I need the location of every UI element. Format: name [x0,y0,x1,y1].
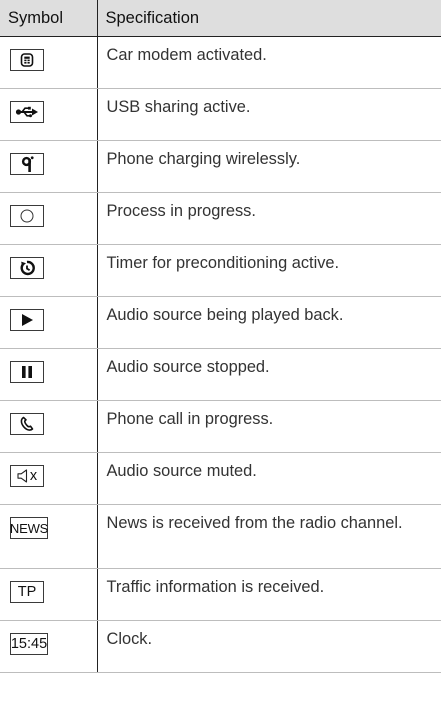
header-symbol: Symbol [0,0,98,37]
spec-text: News is received from the radio channel. [97,504,441,569]
table-row: TP Traffic information is received. [0,568,441,621]
mute-icon-text: x [29,467,38,484]
header-specification: Specification [97,0,441,37]
spec-text: Car modem activated. [97,36,441,89]
spec-text: Clock. [97,620,441,673]
mute-icon: x [10,465,44,487]
wireless-charging-icon [10,153,44,175]
table-row: Audio source stopped. [0,348,441,401]
spec-text: Traffic information is received. [97,568,441,621]
table-row: Process in progress. [0,192,441,245]
table-row: NEWS News is received from the radio cha… [0,504,441,569]
table-row: USB sharing active. [0,88,441,141]
spec-text: Audio source muted. [97,452,441,505]
spec-text: Process in progress. [97,192,441,245]
table-row: Phone call in progress. [0,400,441,453]
spec-text: Audio source stopped. [97,348,441,401]
process-icon [10,205,44,227]
spec-text: Audio source being played back. [97,296,441,349]
timer-icon [10,257,44,279]
symbol-specification-table: Symbol Specification Car modem activated [0,0,441,673]
table-row: x Audio source muted. [0,452,441,505]
usb-icon [10,101,44,123]
table-row: Phone charging wirelessly. [0,140,441,193]
spec-text: Timer for preconditioning active. [97,244,441,297]
table-header-row: Symbol Specification [0,0,441,37]
spec-text: Phone call in progress. [97,400,441,453]
news-icon: NEWS [10,517,48,539]
spec-text: Phone charging wirelessly. [97,140,441,193]
pause-icon [10,361,44,383]
phone-icon [10,413,44,435]
play-icon [10,309,44,331]
spec-text: USB sharing active. [97,88,441,141]
table-row: Car modem activated. [0,36,441,89]
table-row: 15:45 Clock. [0,620,441,673]
table-row: Audio source being played back. [0,296,441,349]
car-modem-icon [10,49,44,71]
table-row: Timer for preconditioning active. [0,244,441,297]
clock-icon: 15:45 [10,633,48,655]
tp-icon: TP [10,581,44,603]
